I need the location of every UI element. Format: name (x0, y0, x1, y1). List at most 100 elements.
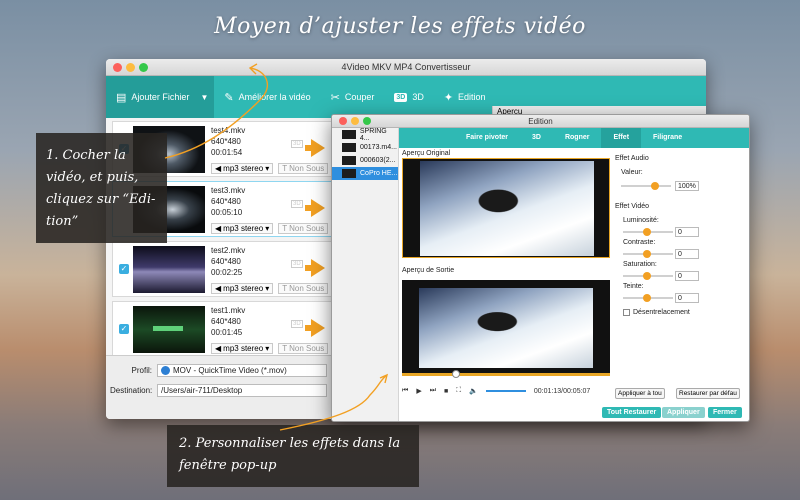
restore-all-button[interactable]: Tout Restaurer (602, 407, 662, 418)
chevron-down-icon[interactable]: ▼ (200, 93, 208, 102)
brightness-label: Luminosité: (623, 217, 659, 224)
file-thumbnail (342, 156, 356, 165)
playback-timeline[interactable] (402, 373, 610, 376)
edition-title-bar: Edition (332, 115, 749, 128)
play-icon[interactable]: ▶ (416, 387, 421, 395)
three-d-icon: 3D (394, 92, 408, 102)
apply-all-button[interactable]: Appliquer à tou (615, 388, 665, 399)
convert-arrow-icon (305, 139, 325, 157)
file-name: test1.mkv (211, 306, 246, 315)
profile-value: MOV - QuickTime Video (*.mov) (173, 365, 287, 375)
audio-select[interactable]: ◀ mp3 stereo ▾ (211, 223, 274, 234)
cut-button[interactable]: ✂ Couper (321, 76, 385, 118)
edition-window: Edition SPRING 4... 00173.m4... 000603(2… (331, 114, 750, 422)
text-icon: T (282, 343, 288, 353)
audio-select[interactable]: ◀ mp3 stereo ▾ (211, 163, 274, 174)
convert-arrow-icon (305, 199, 325, 217)
edition-file-item[interactable]: CoPro HE... (332, 167, 398, 180)
subtitle-select[interactable]: T Non Sous (278, 343, 329, 354)
text-icon: T (282, 163, 288, 173)
fullscreen-icon[interactable]: ⛶ (456, 387, 461, 395)
three-d-button[interactable]: 3D 3D (384, 76, 433, 118)
volume-slider[interactable] (485, 390, 526, 392)
edition-file-item[interactable]: 00173.m4... (332, 141, 398, 154)
playback-controls: ⏮ ▶ ⏭ ■ ⛶ 🔈 00:01:13/00:05:07 (402, 387, 610, 395)
edit-label: Edition (458, 92, 486, 102)
speaker-icon: ◀ (215, 283, 222, 293)
tab-effect[interactable]: Effet (601, 128, 642, 148)
file-resolution: 640*480 (211, 197, 241, 206)
contrast-label: Contraste: (623, 239, 656, 246)
deinterlace-checkbox[interactable] (623, 309, 630, 316)
minimize-window-button[interactable] (351, 117, 359, 125)
effect-settings: Effet Audio Valeur: 100% Effet Vidéo Lum… (615, 155, 699, 316)
tab-rotate[interactable]: Faire pivoter (454, 128, 520, 148)
audio-track: mp3 stereo (223, 343, 264, 353)
subtitle-select[interactable]: T Non Sous (278, 163, 329, 174)
saturation-slider[interactable] (623, 272, 673, 280)
add-file-label: Ajouter Fichier (131, 92, 190, 102)
profile-select[interactable]: MOV - QuickTime Video (*.mov) (157, 364, 327, 377)
edit-button[interactable]: ✦ Edition (434, 76, 496, 118)
next-icon[interactable]: ⏭ (430, 387, 436, 395)
original-preview (402, 158, 610, 258)
file-duration: 00:01:45 (211, 328, 243, 337)
brightness-field[interactable]: 0 (675, 227, 699, 237)
file-info: test1.mkv 640*480 00:01:45 (211, 305, 245, 338)
restore-default-button[interactable]: Restaurer par défau (676, 388, 740, 399)
close-window-button[interactable] (113, 63, 122, 72)
previous-icon[interactable]: ⏮ (402, 387, 408, 395)
tab-watermark[interactable]: Filigrane (641, 128, 694, 148)
subtitle-select[interactable]: T Non Sous (278, 283, 329, 294)
timeline-handle[interactable] (452, 370, 460, 378)
close-button[interactable]: Fermer (708, 407, 742, 418)
edition-file-item[interactable]: 000603(2... (332, 154, 398, 167)
file-duration: 00:05:10 (211, 208, 243, 217)
file-checkbox[interactable]: ✓ (119, 324, 129, 334)
enhance-video-button[interactable]: ✎ Améliorer la vidéo (214, 76, 320, 118)
zoom-window-button[interactable] (139, 63, 148, 72)
file-info: test4.mkv 640*480 00:01:54 (211, 125, 245, 158)
step2-callout: 2. Personnaliser les effets dans la fenê… (167, 425, 419, 487)
stop-icon[interactable]: ■ (444, 388, 448, 395)
file-checkbox[interactable]: ✓ (119, 264, 129, 274)
volume-icon[interactable]: 🔈 (469, 387, 478, 395)
tab-crop[interactable]: Rogner (553, 128, 602, 148)
tab-3d[interactable]: 3D (520, 128, 553, 148)
edition-file-name: SPRING 4... (359, 127, 387, 142)
zoom-window-button[interactable] (363, 117, 371, 125)
edition-file-item[interactable]: SPRING 4... (332, 127, 398, 142)
enhance-icon: ✎ (224, 91, 234, 104)
minimize-window-button[interactable] (126, 63, 135, 72)
text-icon: T (282, 223, 288, 233)
subtitle-select[interactable]: T Non Sous (278, 223, 329, 234)
edition-tabs: Faire pivoter 3D Rogner Effet Filigrane (399, 128, 749, 148)
subtitle-track: Non Sous (289, 283, 325, 293)
chevron-down-icon: ▾ (265, 283, 270, 293)
add-file-button[interactable]: ▤ Ajouter Fichier ▼ (106, 76, 215, 118)
hue-field[interactable]: 0 (675, 293, 699, 303)
contrast-field[interactable]: 0 (675, 249, 699, 259)
three-d-tag-icon: 3D (291, 320, 303, 328)
volume-field[interactable]: 100% (675, 181, 699, 191)
hue-slider[interactable] (623, 294, 673, 302)
apply-button[interactable]: Appliquer (662, 407, 705, 418)
audio-select[interactable]: ◀ mp3 stereo ▾ (211, 343, 274, 354)
contrast-slider[interactable] (623, 250, 673, 258)
convert-arrow-icon (305, 259, 325, 277)
destination-field[interactable]: /Users/air-711/Desktop (157, 384, 327, 397)
close-window-button[interactable] (339, 117, 347, 125)
volume-effect-slider[interactable] (621, 182, 671, 190)
edit-sparkle-icon: ✦ (443, 91, 454, 104)
brightness-slider[interactable] (623, 228, 673, 236)
file-name: test4.mkv (211, 126, 246, 135)
file-duration: 00:02:25 (211, 268, 243, 277)
deinterlace-label: Désentrelacement (633, 309, 690, 316)
chevron-down-icon: ▾ (265, 223, 270, 233)
video-thumbnail (133, 306, 205, 353)
edition-title: Edition (528, 117, 553, 126)
file-thumbnail (342, 169, 356, 178)
file-thumbnail (342, 130, 356, 139)
saturation-field[interactable]: 0 (675, 271, 699, 281)
audio-select[interactable]: ◀ mp3 stereo ▾ (211, 283, 274, 294)
